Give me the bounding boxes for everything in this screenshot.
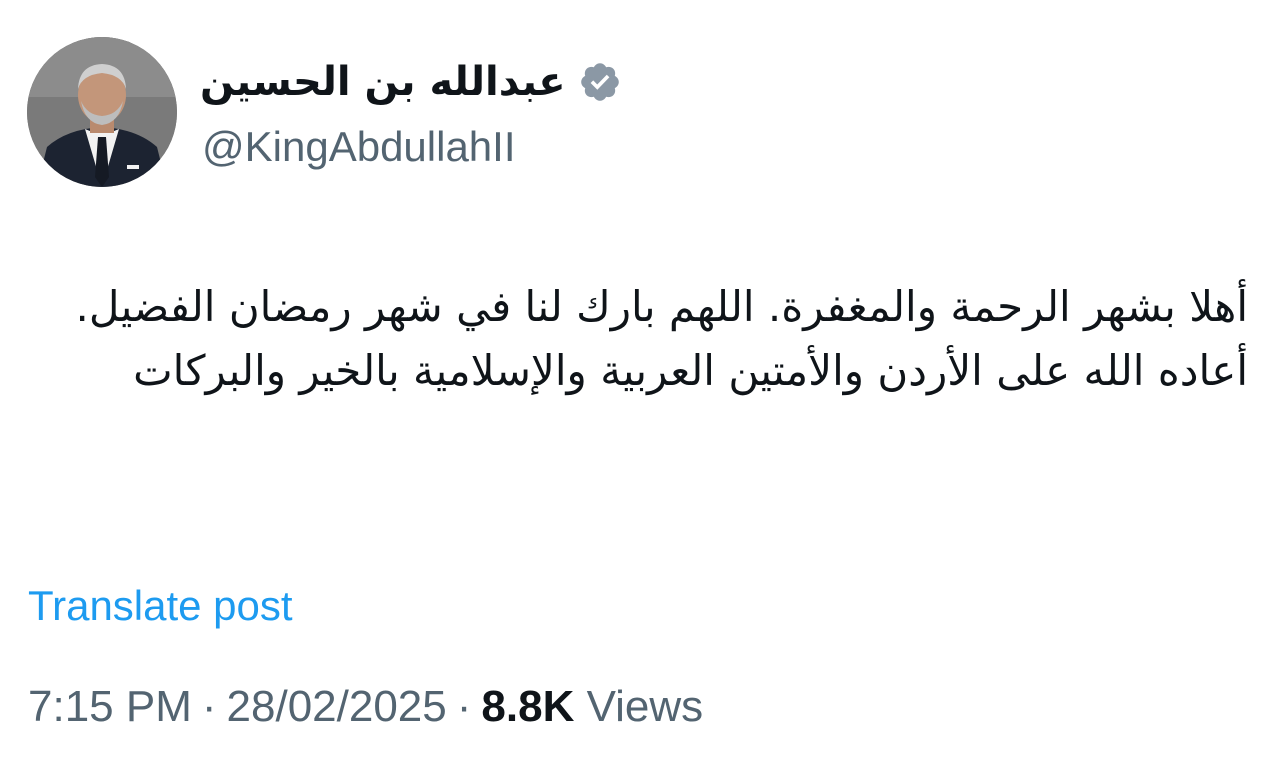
- verified-badge-icon[interactable]: [578, 60, 622, 104]
- post-meta: 7:15 PM · 28/02/2025 · 8.8K Views: [28, 680, 703, 734]
- post-time[interactable]: 7:15 PM: [28, 682, 192, 731]
- name-row: عبدالله بن الحسين: [200, 56, 622, 108]
- avatar-image: [27, 37, 177, 187]
- meta-separator: ·: [201, 682, 217, 731]
- views-count: 8.8K: [481, 682, 575, 731]
- meta-separator: ·: [456, 682, 472, 731]
- user-handle[interactable]: @KingAbdullahII: [202, 122, 516, 172]
- display-name[interactable]: عبدالله بن الحسين: [200, 56, 566, 108]
- author-header: عبدالله بن الحسين @KingAbdullahII: [200, 50, 680, 180]
- translate-post-link[interactable]: Translate post: [28, 580, 293, 632]
- post-text: أهلا بشهر الرحمة والمغفرة. اللهم بارك لن…: [75, 282, 1249, 395]
- avatar[interactable]: [27, 37, 177, 187]
- views-label: Views: [586, 682, 704, 731]
- post-date[interactable]: 28/02/2025: [227, 682, 447, 731]
